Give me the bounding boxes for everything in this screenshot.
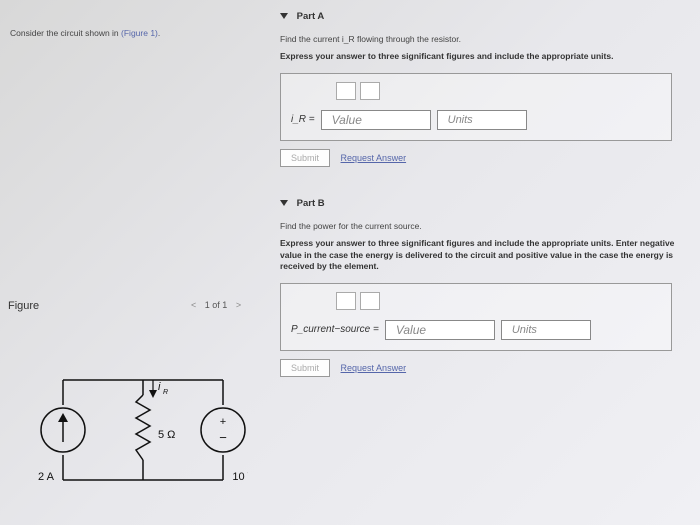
circuit-diagram: + − i R 5 Ω 2 A 10 V [38, 350, 248, 510]
part-a-answer-box: i_R = Value Units [280, 73, 672, 141]
formatting-toolbar [291, 82, 661, 100]
request-answer-b[interactable]: Request Answer [341, 363, 407, 373]
part-a-bold: Express your answer to three significant… [280, 51, 690, 62]
chevron-down-icon [280, 200, 288, 206]
part-a-prompt: Find the current i_R flowing through the… [280, 34, 690, 45]
prev-icon[interactable]: < [185, 300, 202, 310]
units-input-a[interactable]: Units [437, 110, 527, 130]
formatting-toolbar [291, 292, 661, 310]
figure-nav: < 1 of 1 > [185, 300, 247, 310]
var-label-a: i_R = [291, 114, 315, 125]
svg-text:−: − [219, 430, 227, 445]
submit-button-b[interactable]: Submit [280, 359, 330, 377]
part-b-prompt: Find the power for the current source. [280, 221, 690, 232]
units-input-b[interactable]: Units [501, 320, 591, 340]
toolbar-btn[interactable] [360, 292, 380, 310]
svg-text:i: i [158, 381, 161, 393]
svg-text:R: R [163, 389, 168, 396]
part-a-header[interactable]: Part A [280, 5, 690, 28]
value-input-b[interactable]: Value [385, 320, 495, 340]
chevron-down-icon [280, 13, 288, 19]
voltage-source-value: 10 V [232, 471, 248, 483]
consider-text: Consider the circuit shown in (Figure 1)… [10, 28, 160, 38]
part-b-answer-box: P_current−source = Value Units [280, 283, 672, 351]
figure-link[interactable]: (Figure 1) [121, 28, 158, 38]
svg-text:+: + [220, 416, 226, 428]
next-icon[interactable]: > [230, 300, 247, 310]
figure-label: Figure [8, 300, 39, 312]
value-input-a[interactable]: Value [321, 110, 431, 130]
part-b-bold: Express your answer to three significant… [280, 238, 690, 272]
part-b-header[interactable]: Part B [280, 192, 690, 215]
figure-counter: 1 of 1 [205, 300, 228, 310]
toolbar-btn[interactable] [360, 82, 380, 100]
submit-button-a[interactable]: Submit [280, 149, 330, 167]
toolbar-btn[interactable] [336, 292, 356, 310]
request-answer-a[interactable]: Request Answer [341, 153, 407, 163]
current-source-value: 2 A [38, 471, 55, 483]
resistor-value: 5 Ω [158, 429, 175, 441]
toolbar-btn[interactable] [336, 82, 356, 100]
var-label-b: P_current−source = [291, 324, 379, 335]
